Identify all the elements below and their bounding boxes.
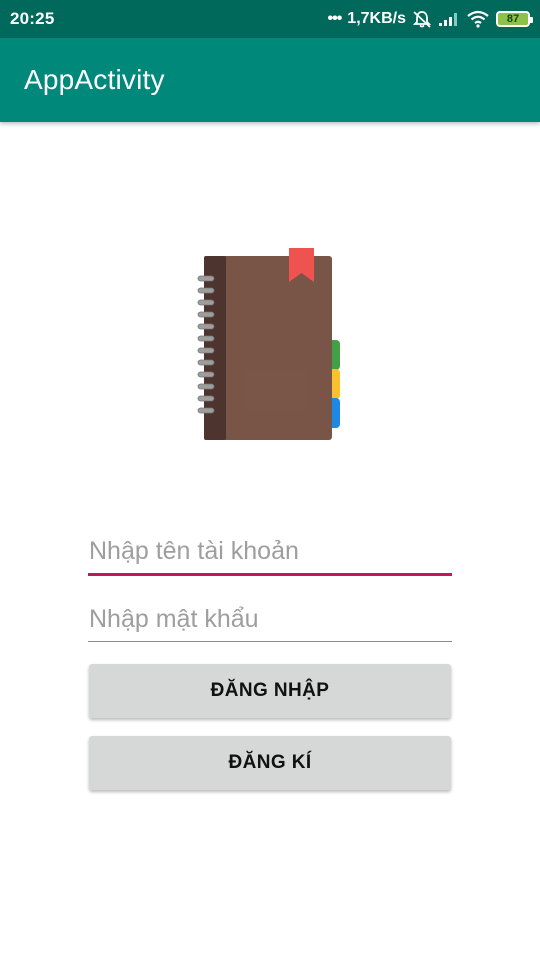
- battery-level: 87: [506, 13, 520, 25]
- password-field[interactable]: [88, 604, 452, 642]
- login-button[interactable]: ĐĂNG NHẬP: [89, 664, 451, 718]
- network-speed: 1,7KB/s: [347, 10, 406, 27]
- wifi-icon: [466, 10, 490, 28]
- battery-icon: 87: [496, 11, 533, 27]
- status-icons: ••• 1,7KB/s 87: [327, 10, 533, 28]
- status-bar: 20:25 ••• 1,7KB/s 87: [0, 0, 540, 38]
- app-bar: AppActivity: [0, 38, 540, 122]
- more-notifications-dots: •••: [327, 10, 342, 27]
- status-time: 20:25: [10, 9, 55, 28]
- mute-alarm-icon: [412, 10, 432, 28]
- app-title: AppActivity: [24, 64, 165, 95]
- register-button[interactable]: ĐĂNG KÍ: [89, 736, 451, 790]
- signal-icon: [438, 11, 460, 27]
- username-field[interactable]: [88, 536, 452, 576]
- notebook-icon: [188, 242, 348, 448]
